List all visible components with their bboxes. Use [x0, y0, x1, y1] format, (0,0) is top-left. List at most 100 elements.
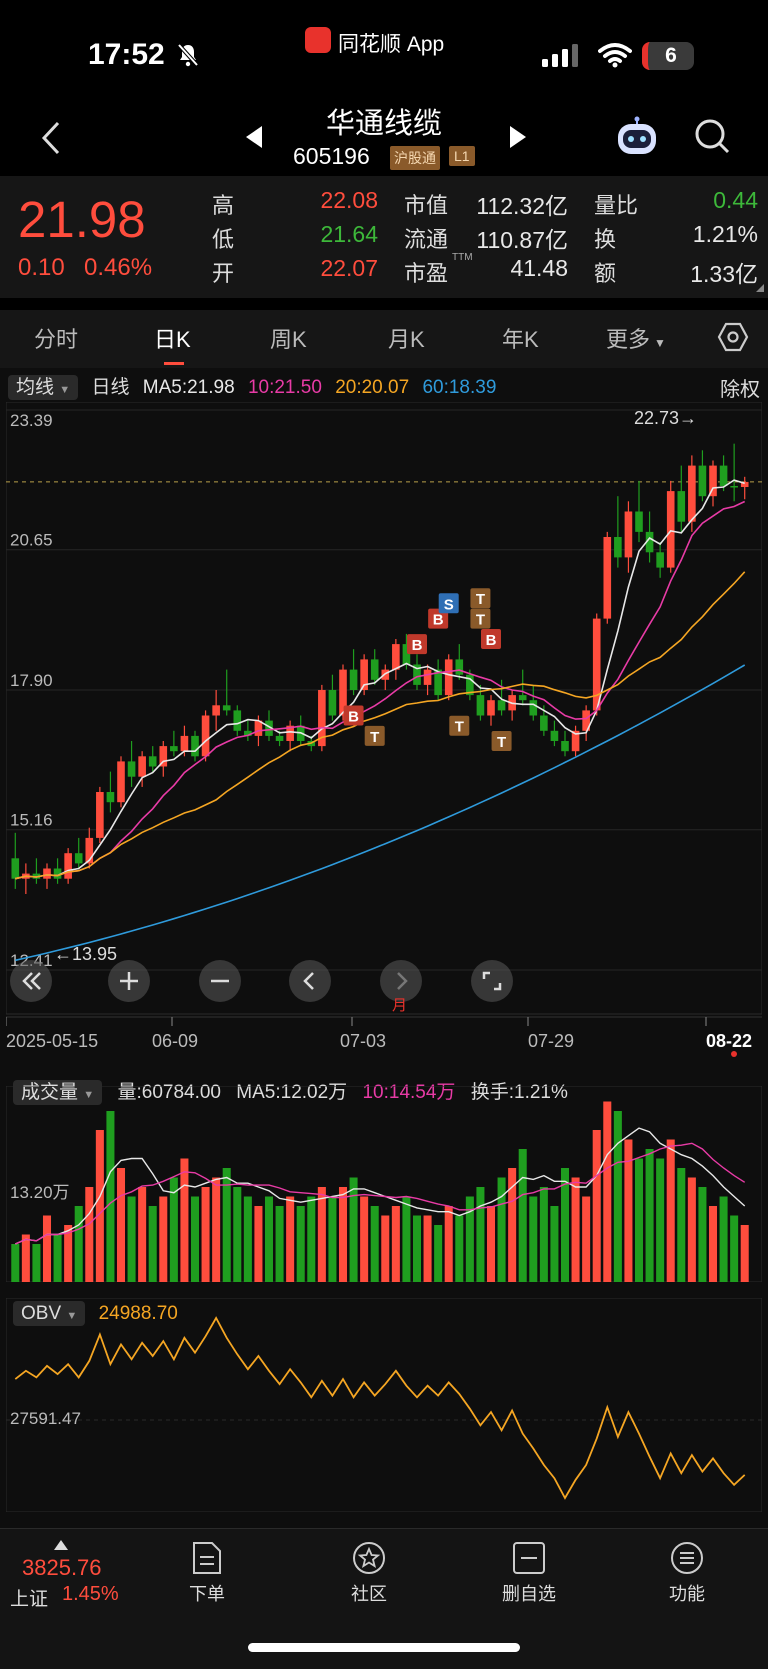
volume-bar [328, 1196, 337, 1282]
amount-label: 额 [594, 261, 617, 286]
signal-badge-text: B [348, 709, 359, 726]
battery-level: 6 [665, 44, 677, 67]
signal-badge: B [343, 705, 364, 726]
volume-bar [539, 1187, 548, 1282]
expand-corner-icon[interactable] [756, 284, 764, 292]
minus-icon [211, 979, 229, 983]
candle-body [677, 491, 686, 522]
ma-dropdown[interactable]: 均线 ▼ [8, 375, 79, 400]
signal-badge-text: S [444, 596, 454, 613]
up-arrow-icon [54, 1540, 68, 1550]
pe-value: 41.48 [510, 255, 568, 281]
functions-button[interactable]: 功能 [632, 1540, 742, 1610]
zoom-in-button[interactable] [108, 960, 150, 1002]
volume-bar [391, 1206, 400, 1282]
date-label-0729: 07-29 [528, 1031, 575, 1051]
volume-bar [254, 1206, 263, 1282]
candle-body [233, 710, 242, 731]
index-value[interactable]: 3825.76 [22, 1555, 102, 1581]
candlestick-chart[interactable]: 23.3920.6517.9015.1612.41 BTBBSTTTBT 22.… [6, 402, 762, 1016]
chevron-left-icon [303, 972, 314, 990]
signal-badge: T [470, 608, 491, 629]
status-time: 17:52 [88, 38, 165, 71]
volume-bar [402, 1196, 411, 1282]
search-icon[interactable] [692, 116, 732, 156]
volume-chart[interactable]: 13.20万 [6, 1086, 762, 1282]
volume-bar [603, 1101, 612, 1282]
community-button[interactable]: 社区 [314, 1540, 424, 1610]
candle-body [423, 669, 432, 685]
community-label: 社区 [351, 1584, 387, 1604]
prev-stock-icon[interactable] [242, 124, 266, 150]
ex-rights-toggle[interactable]: 除权 [720, 373, 760, 402]
ma5-line [15, 479, 745, 880]
volume-bar [708, 1206, 718, 1282]
candle-body [370, 659, 379, 680]
volume-bar [370, 1206, 379, 1282]
pan-left-button[interactable] [289, 960, 331, 1002]
volume-bar [264, 1196, 274, 1282]
volume-ratio-value: 0.44 [713, 187, 758, 213]
hexagon-settings-icon[interactable] [717, 321, 749, 353]
volume-bar [666, 1139, 675, 1282]
price-change: 0.10 [18, 254, 65, 281]
caret-down-icon: ▼ [654, 336, 666, 350]
level-tag: L1 [449, 146, 475, 166]
tab-intraday[interactable]: 分时 [34, 322, 78, 354]
signal-badge-text: T [476, 612, 485, 629]
fullscreen-button[interactable] [471, 960, 513, 1002]
volume-bar [106, 1111, 115, 1282]
battery-indicator: 6 [642, 42, 694, 70]
signal-badge: B [407, 634, 427, 655]
tab-monthly-k[interactable]: 月K [388, 322, 425, 354]
zoom-out-button[interactable] [199, 960, 241, 1002]
tab-weekly-k[interactable]: 周K [270, 322, 307, 354]
volume-bar [571, 1177, 580, 1282]
remove-box-icon [513, 1542, 545, 1574]
volume-bar [338, 1187, 348, 1282]
back-icon[interactable] [36, 118, 66, 158]
ma20-line [15, 571, 746, 880]
functions-label: 功能 [669, 1584, 705, 1604]
tab-more[interactable]: 更多 ▼ [606, 322, 666, 354]
signal-badge-text: B [412, 637, 423, 654]
low-value: 21.64 [320, 221, 378, 247]
open-value: 22.07 [320, 255, 378, 281]
candle-body [106, 792, 115, 803]
date-label-end: 08-22 [706, 1031, 753, 1051]
ai-assistant-icon[interactable] [614, 116, 660, 158]
date-label-0609: 06-09 [152, 1031, 199, 1051]
candle-body [656, 552, 664, 568]
candle-body [328, 690, 337, 716]
volume-bar [719, 1196, 728, 1282]
candle-body [487, 700, 495, 716]
next-stock-icon[interactable] [506, 124, 530, 150]
home-indicator [248, 1643, 520, 1652]
volume-bar [476, 1187, 485, 1282]
tab-yearly-k[interactable]: 年K [502, 322, 539, 354]
index-change-pct: 1.45% [62, 1583, 119, 1605]
candle-body [666, 491, 675, 568]
volume-bar [550, 1206, 559, 1282]
collapse-left-button[interactable] [10, 960, 52, 1002]
volume-bar [687, 1177, 696, 1282]
max-price-label: 22.73→ [634, 408, 697, 428]
remove-watchlist-button[interactable]: 删自选 [474, 1540, 584, 1610]
bell-muted-icon [177, 43, 199, 67]
order-doc-icon [193, 1542, 221, 1574]
volume-bar [349, 1177, 358, 1282]
menu-circle-icon [671, 1542, 703, 1574]
order-button[interactable]: 下单 [152, 1540, 262, 1610]
volume-bar [11, 1244, 20, 1282]
ma10-value: 10:21.50 [247, 377, 322, 398]
volume-bar [518, 1149, 527, 1282]
signal-badge-text: B [433, 612, 444, 629]
tab-daily-k[interactable]: 日K [154, 322, 191, 354]
candle-body [688, 465, 696, 522]
signal-badge: T [470, 588, 491, 609]
high-label: 高 [212, 193, 235, 218]
obv-y-tick: 27591.47 [10, 1409, 81, 1428]
candle-body [11, 858, 20, 879]
obv-chart[interactable]: 27591.47 [6, 1298, 762, 1512]
candle-body [455, 659, 464, 675]
